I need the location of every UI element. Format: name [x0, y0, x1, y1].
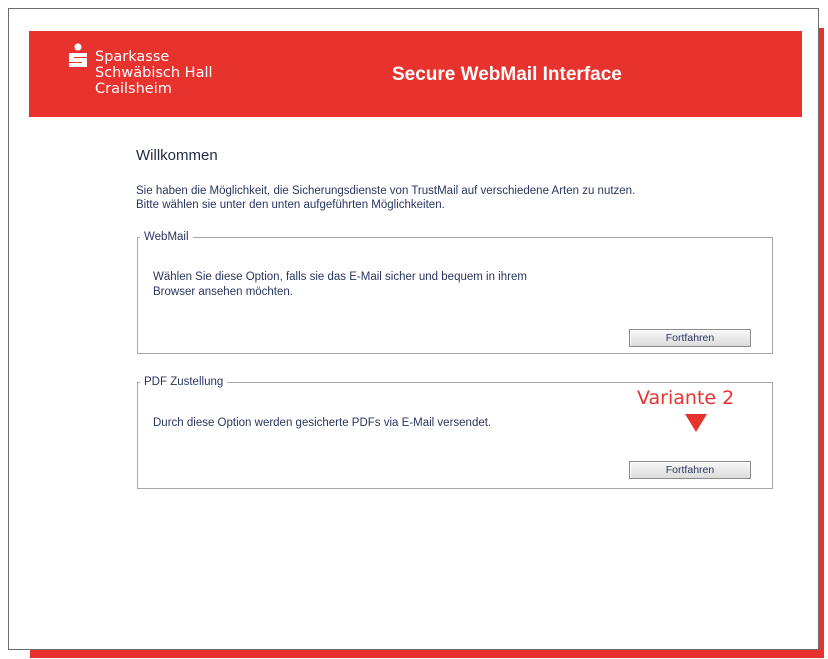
arrow-down-icon [685, 414, 707, 432]
browser-window: Sparkasse Schwäbisch Hall Crailsheim Sec… [8, 8, 819, 650]
bank-name-line-2: Schwäbisch Hall [95, 65, 213, 81]
webmail-option-group: WebMail Wählen Sie diese Option, falls s… [137, 231, 773, 354]
intro-text: Sie haben die Möglichkeit, die Sicherung… [136, 184, 756, 212]
banner-title: Secure WebMail Interface [392, 64, 622, 85]
sparkasse-s-icon [69, 43, 87, 67]
intro-line-2: Bitte wählen sie unter den unten aufgefü… [136, 199, 445, 211]
header-banner: Sparkasse Schwäbisch Hall Crailsheim Sec… [29, 31, 802, 117]
pdf-legend: PDF Zustellung [144, 376, 224, 388]
webmail-description: Wählen Sie diese Option, falls sie das E… [153, 270, 527, 300]
webmail-description-line-1: Wählen Sie diese Option, falls sie das E… [153, 271, 527, 283]
webmail-continue-button[interactable]: Fortfahren [629, 329, 751, 347]
intro-line-1: Sie haben die Möglichkeit, die Sicherung… [136, 185, 636, 197]
variante-annotation-label: Variante 2 [637, 387, 735, 409]
bank-name: Sparkasse Schwäbisch Hall Crailsheim [95, 49, 213, 97]
screenshot-stage: Sparkasse Schwäbisch Hall Crailsheim Sec… [0, 0, 828, 659]
pdf-continue-button[interactable]: Fortfahren [629, 461, 751, 479]
bank-name-line-1: Sparkasse [95, 49, 170, 65]
pdf-description: Durch diese Option werden gesicherte PDF… [153, 417, 492, 429]
webmail-description-line-2: Browser ansehen möchten. [153, 286, 293, 298]
bank-name-line-3: Crailsheim [95, 81, 172, 97]
webmail-legend: WebMail [144, 231, 189, 243]
page-title: Willkommen [136, 147, 218, 164]
